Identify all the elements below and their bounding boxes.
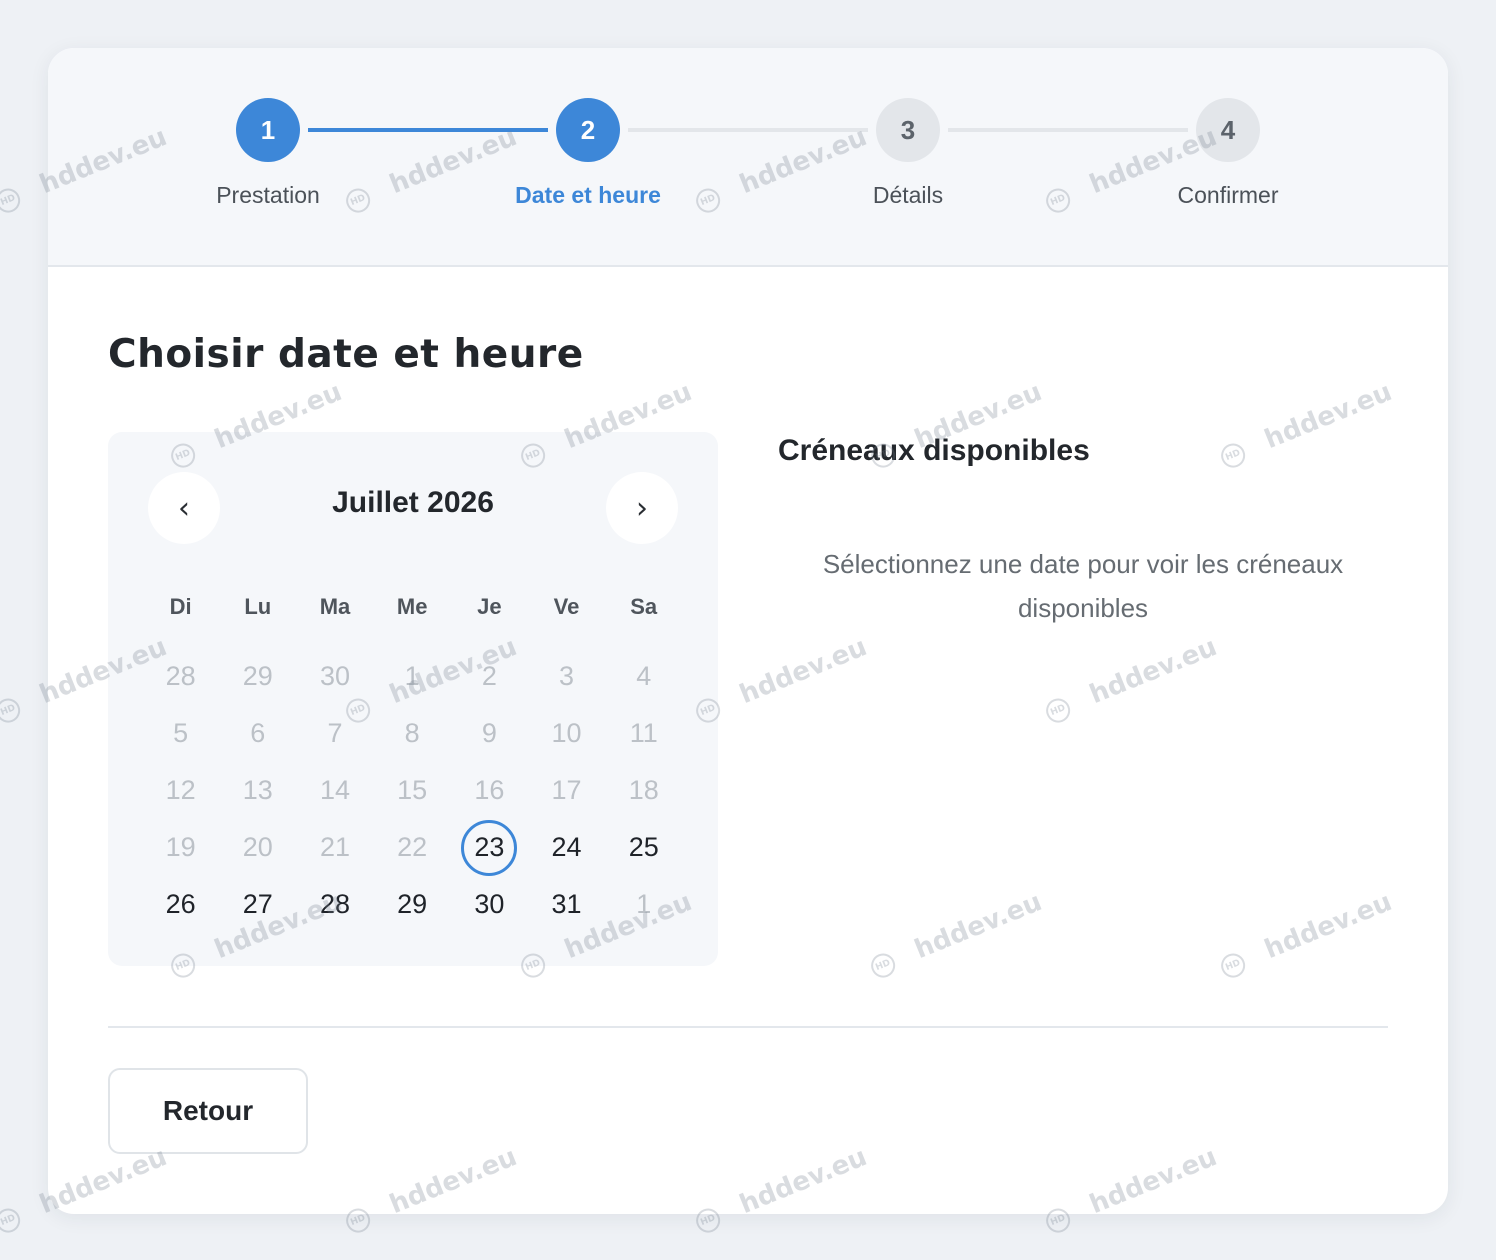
weekday-header: Di Lu Ma Me Je Ve Sa <box>142 592 682 622</box>
calendar-day-disabled: 2 <box>481 661 497 691</box>
calendar-day-disabled: 13 <box>242 775 273 805</box>
booking-card: 1 Prestation 2 Date et heure 3 Détails 4… <box>48 48 1448 1214</box>
calendar-day-disabled: 9 <box>481 718 497 748</box>
step-label: Détails <box>872 182 944 208</box>
back-button[interactable]: Retour <box>108 1068 308 1154</box>
slots-empty-message: Sélectionnez une date pour voir les crén… <box>822 549 1344 623</box>
calendar-day[interactable]: 31 <box>528 876 605 933</box>
step-label: Date et heure <box>515 182 661 208</box>
weekday-label: Me <box>396 594 428 619</box>
calendar-day-disabled: 15 <box>397 775 428 805</box>
step-details: 3 Détails <box>798 98 1018 209</box>
weekday-label: Ma <box>319 594 351 619</box>
calendar-day-disabled: 17 <box>551 775 582 805</box>
watermark-badge-icon: HD <box>0 1204 24 1236</box>
calendar-day-outside-month: 1 <box>636 889 652 919</box>
calendar-day[interactable]: 25 <box>605 819 682 876</box>
calendar-day-disabled: 22 <box>397 832 428 862</box>
calendar-day[interactable]: 26 <box>142 876 219 933</box>
calendar-day-disabled: 20 <box>242 832 273 862</box>
page-title: Choisir date et heure <box>108 332 584 377</box>
weekday-label: Lu <box>244 594 272 619</box>
calendar-day-disabled: 8 <box>404 718 420 748</box>
footer-divider <box>108 1026 1388 1028</box>
calendar-day[interactable]: 30 <box>451 876 528 933</box>
step-label: Prestation <box>216 182 320 208</box>
step-number: 2 <box>556 98 620 162</box>
step-label: Confirmer <box>1177 182 1279 208</box>
calendar-day-disabled: 14 <box>319 775 350 805</box>
calendar-day-today[interactable]: 23 <box>451 819 528 876</box>
calendar-day[interactable]: 24 <box>528 819 605 876</box>
calendar-day-disabled: 12 <box>165 775 196 805</box>
day-grid: 28 29 30 1 2 3 4 5 6 7 8 9 10 11 12 13 1… <box>142 648 682 933</box>
calendar-day[interactable]: 27 <box>219 876 296 933</box>
watermark-badge-icon: HD <box>0 184 24 216</box>
calendar-day[interactable]: 28 <box>296 876 373 933</box>
calendar-day-disabled: 18 <box>628 775 659 805</box>
slots-title: Créneaux disponibles <box>778 434 1090 467</box>
watermark-badge-icon: HD <box>0 694 24 726</box>
calendar-day-disabled: 4 <box>636 661 652 691</box>
step-date-heure[interactable]: 2 Date et heure <box>478 98 698 209</box>
weekday-label: Ve <box>553 594 580 619</box>
step-number: 3 <box>876 98 940 162</box>
calendar-day-disabled: 19 <box>165 832 196 862</box>
calendar-day-disabled: 3 <box>559 661 575 691</box>
calendar-day-disabled: 21 <box>319 832 350 862</box>
calendar: ‹ Juillet 2026 › Di Lu Ma Me Je Ve Sa 28… <box>108 432 718 966</box>
weekday-label: Je <box>477 594 502 619</box>
calendar-day[interactable]: 29 <box>374 876 451 933</box>
calendar-day-disabled: 16 <box>474 775 505 805</box>
next-month-button[interactable]: › <box>606 472 678 544</box>
calendar-day-disabled: 1 <box>404 661 420 691</box>
calendar-day-disabled: 11 <box>629 718 658 748</box>
step-prestation[interactable]: 1 Prestation <box>158 98 378 209</box>
calendar-day-disabled: 7 <box>327 718 343 748</box>
weekday-label: Sa <box>630 594 658 619</box>
calendar-day-disabled: 5 <box>173 718 189 748</box>
calendar-day-outside-month: 30 <box>319 661 350 691</box>
calendar-day-outside-month: 29 <box>242 661 273 691</box>
calendar-day-outside-month: 28 <box>165 661 196 691</box>
step-number: 4 <box>1196 98 1260 162</box>
weekday-label: Di <box>169 594 192 619</box>
calendar-day-disabled: 6 <box>250 718 266 748</box>
step-confirmer: 4 Confirmer <box>1118 98 1338 209</box>
calendar-day-disabled: 10 <box>551 718 582 748</box>
stepper: 1 Prestation 2 Date et heure 3 Détails 4… <box>48 48 1448 267</box>
step-number: 1 <box>236 98 300 162</box>
